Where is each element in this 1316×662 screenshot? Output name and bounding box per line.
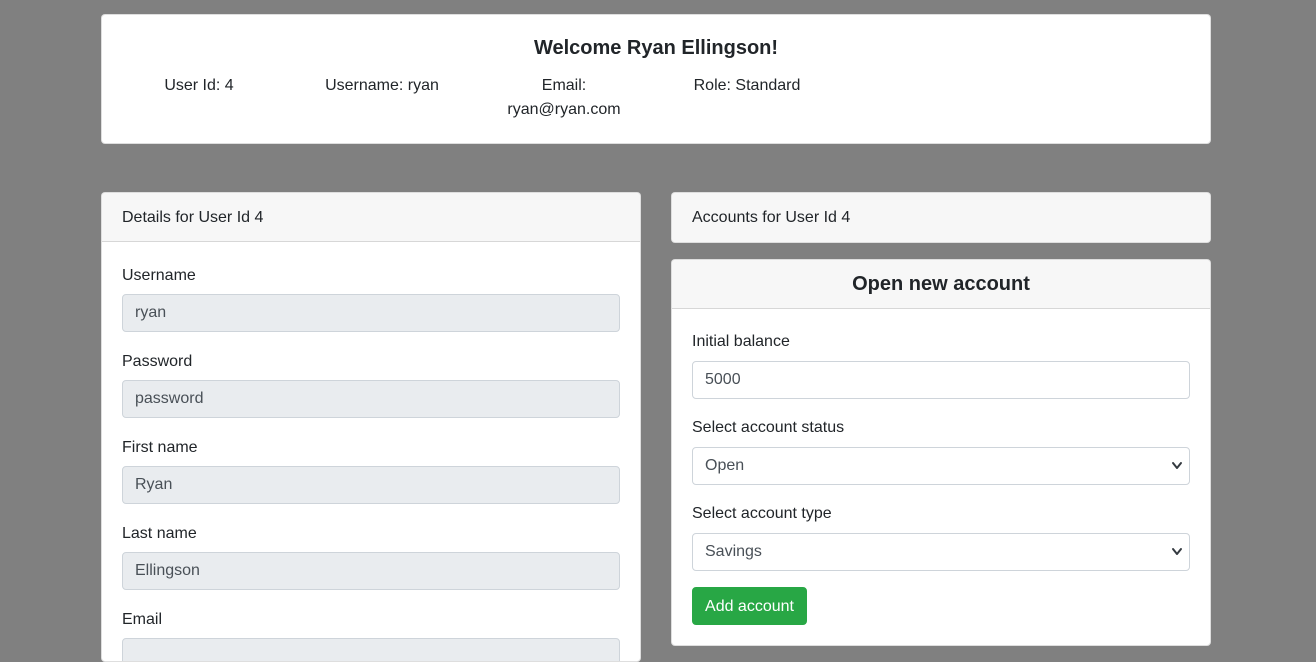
account-type-label: Select account type: [692, 505, 832, 522]
username-label: Username: [122, 267, 196, 284]
welcome-title: Welcome Ryan Ellingson!: [533, 37, 779, 59]
email-info-value: ryan@ryan.com: [507, 101, 621, 118]
initial-balance-label: Initial balance: [692, 333, 790, 350]
welcome-card: Welcome Ryan Ellingson! User Id: 4 Usern…: [101, 14, 1211, 144]
account-status-select[interactable]: Open: [692, 447, 1190, 485]
user-details-card: Details for User Id 4 Username ryan Pass…: [101, 192, 641, 662]
first-name-label: First name: [122, 439, 198, 456]
email-label: Email: [122, 611, 163, 628]
account-type-select[interactable]: Savings: [692, 533, 1190, 571]
email-field[interactable]: [122, 638, 620, 661]
user-id-info: User Id: 4: [164, 77, 234, 94]
role-info: Role: Standard: [693, 77, 801, 94]
chevron-down-icon: [1172, 548, 1182, 555]
open-account-card: Open new account Initial balance 5000 Se…: [671, 259, 1211, 646]
account-type-selected: Savings: [705, 543, 762, 560]
last-name-field[interactable]: Ellingson: [122, 552, 620, 590]
account-status-selected: Open: [705, 457, 745, 474]
add-account-button[interactable]: Add account: [692, 587, 807, 625]
password-field[interactable]: password: [122, 380, 620, 418]
initial-balance-input[interactable]: 5000: [692, 361, 1190, 399]
first-name-field[interactable]: Ryan: [122, 466, 620, 504]
accounts-header: Accounts for User Id 4: [672, 193, 1210, 242]
last-name-label: Last name: [122, 525, 197, 542]
email-info: Email: ryan@ryan.com: [474, 74, 654, 122]
account-status-label: Select account status: [692, 419, 845, 436]
email-info-label: Email:: [541, 77, 587, 94]
open-account-header: Open new account: [672, 260, 1210, 309]
accounts-card: Accounts for User Id 4: [671, 192, 1211, 243]
username-info: Username: ryan: [325, 77, 439, 94]
user-details-header: Details for User Id 4: [102, 193, 640, 242]
password-label: Password: [122, 353, 193, 370]
chevron-down-icon: [1172, 462, 1182, 469]
username-field[interactable]: ryan: [122, 294, 620, 332]
